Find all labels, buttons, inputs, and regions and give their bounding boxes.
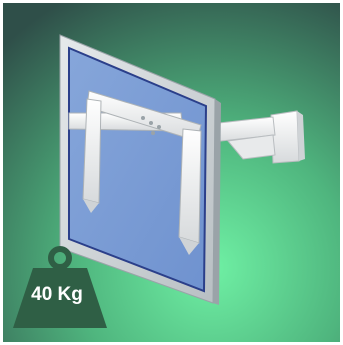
wall-plate <box>270 110 305 164</box>
product-photo: 40 Kg <box>0 0 343 345</box>
weight-capacity-label: 40 Kg <box>31 284 83 305</box>
